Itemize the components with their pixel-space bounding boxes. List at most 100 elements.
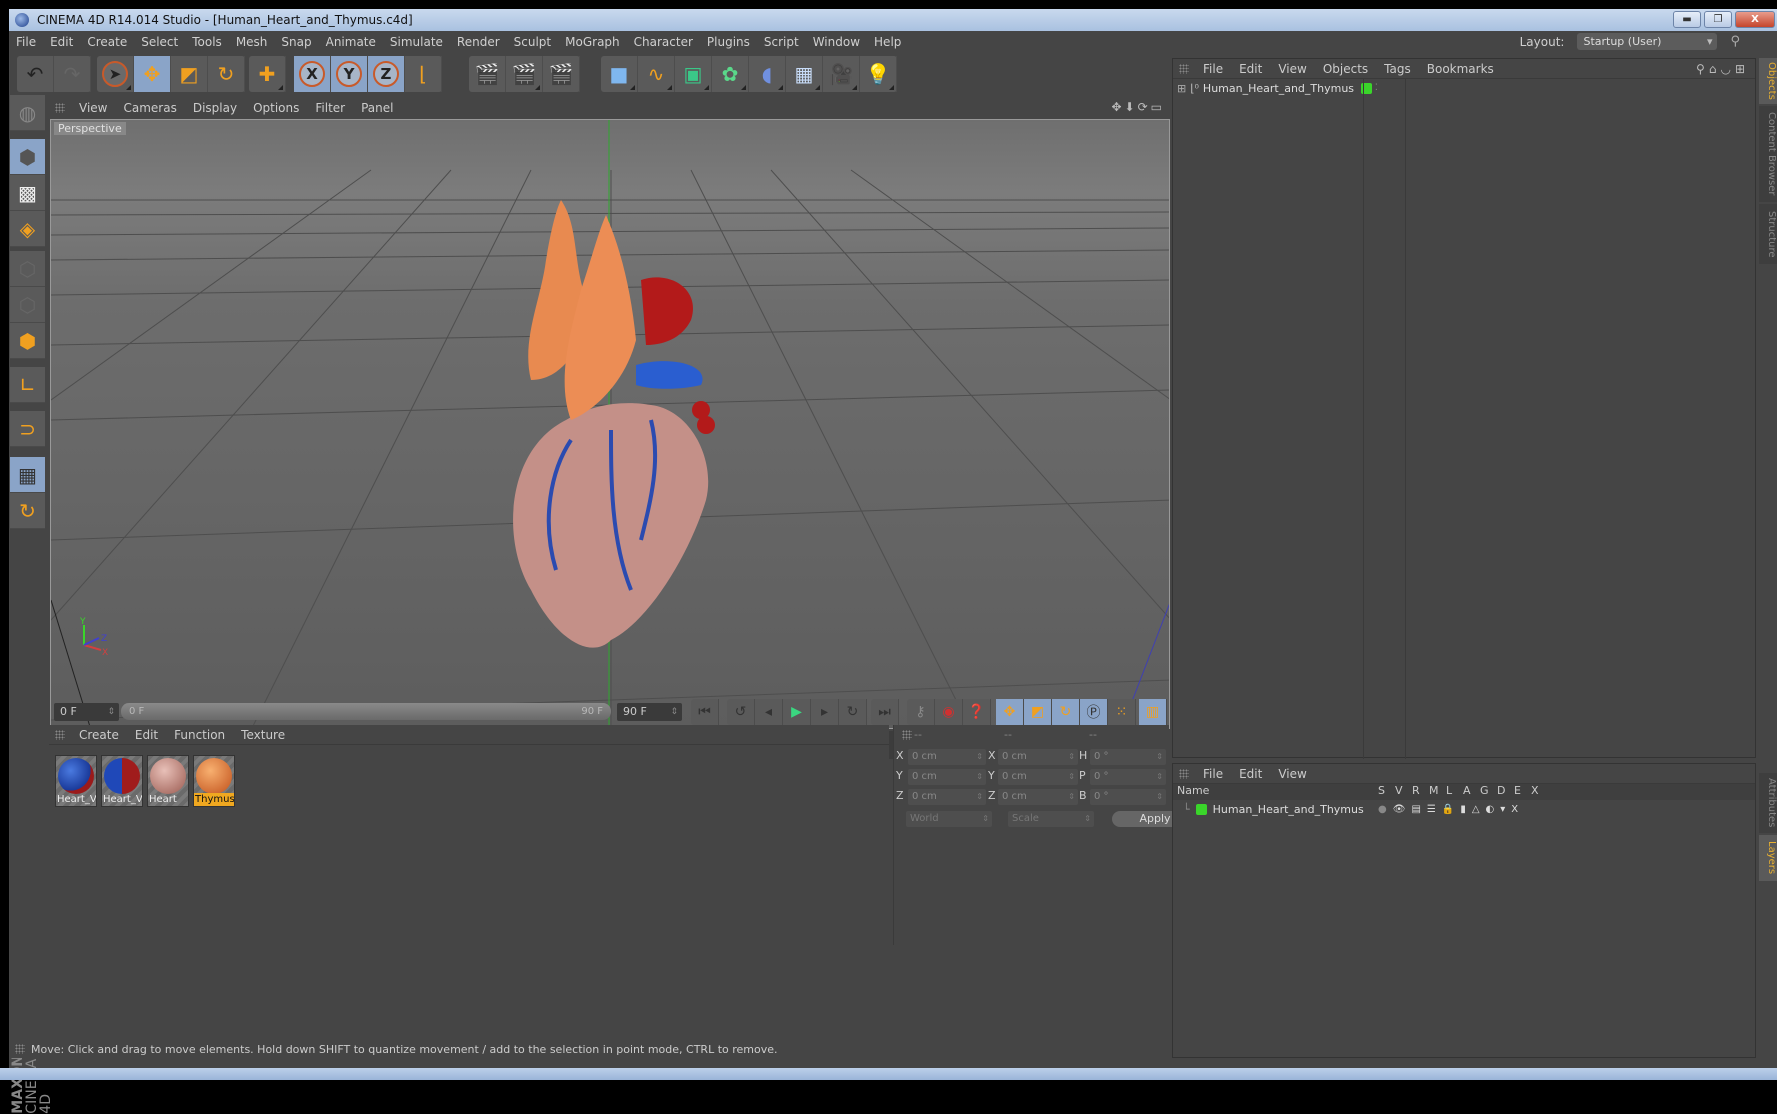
objects-menu-file[interactable]: File — [1195, 62, 1231, 76]
z-axis-button[interactable]: Z — [368, 56, 405, 92]
home-icon[interactable]: ⌂ — [1709, 62, 1721, 76]
material-swatch[interactable]: Heart_V — [55, 755, 97, 807]
key-rotation-button[interactable]: ↻ — [1052, 699, 1080, 725]
search-icon[interactable]: ⚲ — [1723, 34, 1747, 49]
toggle-view-icon[interactable]: ▭ — [1151, 100, 1165, 114]
next-frame-button[interactable]: ▸ — [811, 699, 839, 725]
x-axis-button[interactable]: X — [294, 56, 331, 92]
snap-button[interactable]: ⊃ — [10, 411, 45, 447]
prev-key-button[interactable]: ↺ — [727, 699, 755, 725]
cube-button[interactable]: ■ — [601, 56, 638, 92]
generators-icon[interactable]: △ — [1472, 804, 1486, 815]
record-keys-button[interactable]: ⚷ — [907, 699, 935, 725]
animation-icon[interactable]: ▮ — [1460, 804, 1472, 815]
render-clapper-icon[interactable]: ▤ — [1411, 804, 1426, 815]
pos-z-field[interactable]: 0 cm — [908, 789, 986, 805]
viewport-menu-options[interactable]: Options — [245, 101, 307, 115]
layer-column-header[interactable]: M — [1429, 784, 1439, 797]
name-column-header[interactable]: Name — [1177, 784, 1209, 797]
manager-icon[interactable]: ☰ — [1427, 804, 1442, 815]
lock-icon[interactable]: 🔒 — [1442, 804, 1460, 815]
redo-button[interactable]: ↷ — [54, 56, 91, 92]
points-mode-button[interactable]: ⬡ — [10, 251, 45, 287]
menu-script[interactable]: Script — [757, 35, 806, 49]
menu-render[interactable]: Render — [450, 35, 507, 49]
expressions-icon[interactable]: ▾ — [1500, 804, 1511, 815]
zoom-view-icon[interactable]: ⬇ — [1125, 100, 1138, 114]
panel-grip-icon[interactable] — [902, 730, 912, 740]
eye-icon[interactable]: ◡ — [1720, 62, 1734, 76]
light-button[interactable]: 💡 — [860, 56, 897, 92]
menu-mograph[interactable]: MoGraph — [558, 35, 627, 49]
end-frame-field[interactable]: 90 F — [617, 703, 682, 721]
material-swatch[interactable]: Heart_V — [101, 755, 143, 807]
menu-select[interactable]: Select — [134, 35, 185, 49]
menu-character[interactable]: Character — [627, 35, 700, 49]
heart-model[interactable] — [513, 200, 715, 648]
menu-tools[interactable]: Tools — [185, 35, 229, 49]
texture-mode-button[interactable]: ▩ — [10, 175, 45, 211]
rot-b-field[interactable]: 0 ° — [1090, 789, 1166, 805]
autokey-button[interactable]: ◉ — [935, 699, 963, 725]
rot-h-field[interactable]: 0 ° — [1090, 749, 1166, 765]
material-menu-function[interactable]: Function — [166, 728, 233, 742]
rotate-view-icon[interactable]: ⟳ — [1138, 100, 1151, 114]
viewport-menu-display[interactable]: Display — [185, 101, 245, 115]
subdivision-button[interactable]: ▣ — [675, 56, 712, 92]
key-parameter-button[interactable]: Ⓟ — [1080, 699, 1108, 725]
panel-grip-icon[interactable] — [55, 729, 65, 740]
menu-animate[interactable]: Animate — [319, 35, 383, 49]
layer-row[interactable]: └ Human_Heart_and_Thymus ●👁▤☰🔒▮△◐▾X — [1173, 800, 1755, 818]
model-mode-button[interactable]: ⬢ — [10, 139, 45, 175]
workplane-lock-button[interactable]: ▦ — [10, 457, 45, 493]
mograph-cloner-button[interactable]: ✿ — [712, 56, 749, 92]
render-view-button[interactable]: 🎬 — [469, 56, 506, 92]
key-pla-button[interactable]: ⁙ — [1108, 699, 1136, 725]
layer-column-header[interactable]: V — [1395, 784, 1403, 797]
tab-layers[interactable]: Layers — [1759, 835, 1777, 881]
edges-mode-button[interactable]: ⬡ — [10, 287, 45, 323]
tab-objects[interactable]: Objects — [1759, 58, 1777, 104]
layers-menu-view[interactable]: View — [1270, 767, 1314, 781]
floor-button[interactable]: ▦ — [786, 56, 823, 92]
menu-file[interactable]: File — [9, 35, 43, 49]
objects-menu-tags[interactable]: Tags — [1376, 62, 1419, 76]
panel-grip-icon[interactable] — [55, 103, 65, 113]
layers-menu-file[interactable]: File — [1195, 767, 1231, 781]
viewport-menu-cameras[interactable]: Cameras — [115, 101, 184, 115]
layer-column-header[interactable]: L — [1446, 784, 1452, 797]
layers-menu-edit[interactable]: Edit — [1231, 767, 1270, 781]
deformers-icon[interactable]: ◐ — [1486, 804, 1501, 815]
size-z-field[interactable]: 0 cm — [998, 789, 1078, 805]
frame-range-slider[interactable]: 0 F 90 F — [121, 703, 611, 720]
rot-p-field[interactable]: 0 ° — [1090, 769, 1166, 785]
workplane-align-button[interactable]: ↻ — [10, 493, 45, 529]
viewport-menu-view[interactable]: View — [71, 101, 115, 115]
size-y-field[interactable]: 0 cm — [998, 769, 1078, 785]
material-menu-create[interactable]: Create — [71, 728, 127, 742]
minimize-button[interactable]: ▬ — [1673, 11, 1701, 28]
new-window-icon[interactable]: ⊞ — [1735, 62, 1749, 76]
keyframe-selection-button[interactable]: ❓ — [963, 699, 991, 725]
undo-button[interactable]: ↶ — [17, 56, 54, 92]
coordinate-mode-select[interactable]: World — [906, 811, 992, 827]
close-button[interactable]: X — [1735, 11, 1775, 28]
timeline-button[interactable]: ▥ — [1139, 699, 1167, 725]
restore-button[interactable]: ❐ — [1704, 11, 1732, 28]
recent-tool-button[interactable]: ✚ — [249, 56, 286, 92]
size-x-field[interactable]: 0 cm — [998, 749, 1078, 765]
visibility-dots-icon[interactable]: ⁚ — [1375, 83, 1378, 93]
layer-column-header[interactable]: R — [1412, 784, 1420, 797]
render-picture-viewer-button[interactable]: 🎬 — [506, 56, 543, 92]
material-swatch[interactable]: Heart — [147, 755, 189, 807]
layer-column-header[interactable]: G — [1480, 784, 1489, 797]
solo-icon[interactable]: ● — [1378, 804, 1393, 815]
material-swatch[interactable]: Thymus — [193, 755, 235, 807]
pan-view-icon[interactable]: ✥ — [1111, 100, 1124, 114]
xref-icon[interactable]: X — [1511, 804, 1524, 815]
menu-simulate[interactable]: Simulate — [383, 35, 450, 49]
render-settings-button[interactable]: 🎬 — [543, 56, 580, 92]
layer-color-swatch[interactable] — [1195, 803, 1207, 815]
start-frame-field[interactable]: 0 F — [54, 703, 119, 721]
panel-grip-icon[interactable] — [1179, 63, 1189, 74]
